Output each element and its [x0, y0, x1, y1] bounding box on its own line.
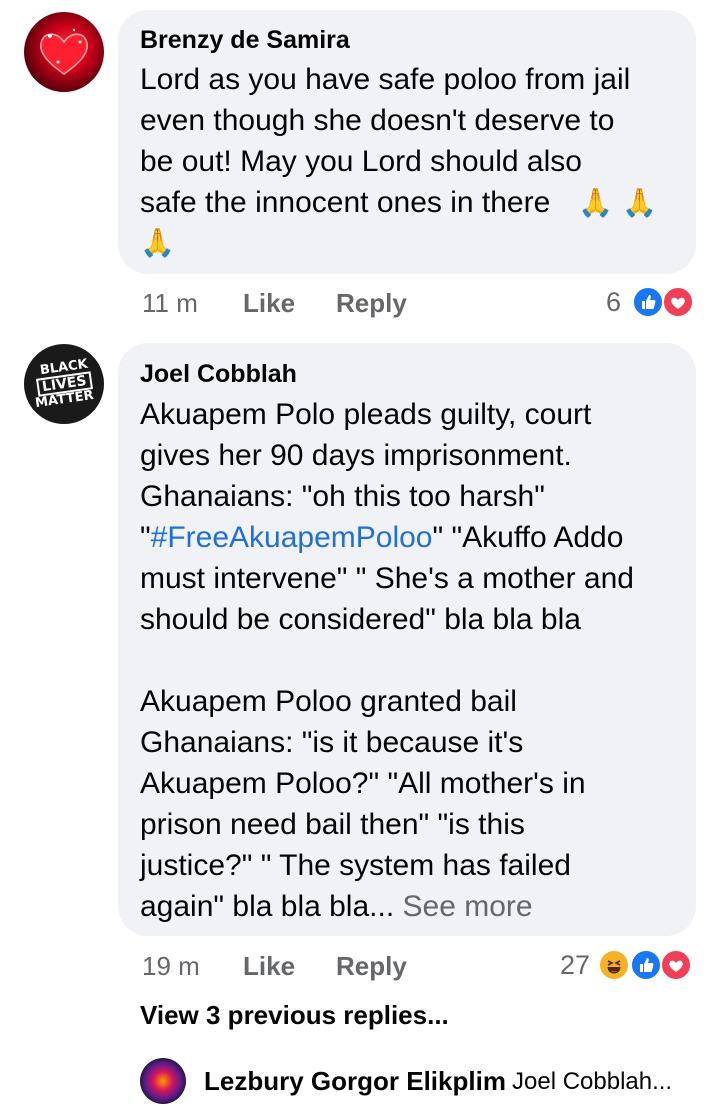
comment-author[interactable]: Joel Cobblah	[140, 360, 297, 389]
comment-text-line: must intervene" " She's a mother and	[140, 562, 634, 595]
love-icon	[660, 949, 692, 981]
reply-button[interactable]: Reply	[336, 288, 407, 319]
comment-text-line: prison need bail then" "is this	[140, 808, 525, 841]
comment-timestamp[interactable]: 19 m	[142, 951, 200, 982]
comment-text-line: gives her 90 days imprisonment.	[140, 439, 572, 472]
comment-text-line: be out! May you Lord should also	[140, 145, 582, 178]
comment-text-line: Akuapem Poloo?" "All mother's in	[140, 767, 586, 800]
avatar-lezbury-gorgor-elikplim[interactable]	[140, 1058, 186, 1104]
comment-text-line: Ghanaians: "is it because it's	[140, 726, 524, 759]
comment-text-line: Lord as you have safe poloo from jail	[140, 63, 631, 96]
like-button[interactable]: Like	[243, 288, 295, 319]
like-icon	[632, 286, 664, 318]
hashtag-link[interactable]: #FreeAkuapemPoloo	[151, 521, 433, 554]
comment-text-fragment: again" bla bla bla...	[140, 890, 395, 923]
folded-hands-icon: 🙏	[578, 187, 613, 218]
reply-author[interactable]: Lezbury Gorgor Elikplim	[204, 1066, 506, 1097]
see-more-link[interactable]: See more	[403, 890, 533, 923]
reply-snippet[interactable]: Joel Cobblah...	[512, 1068, 672, 1096]
comment-text-line: Akuapem Polo pleads guilty, court	[140, 398, 592, 431]
comment-text-line: justice?" " The system has failed	[140, 849, 571, 882]
like-button[interactable]: Like	[243, 951, 295, 982]
avatar-joel-cobblah[interactable]: BLACK LIVES MATTER	[24, 344, 104, 424]
folded-hands-icon: 🙏	[140, 227, 175, 258]
reply-button[interactable]: Reply	[336, 951, 407, 982]
folded-hands-icon: 🙏	[622, 187, 657, 218]
haha-icon	[598, 949, 630, 981]
comment-text-line: safe the innocent ones in there	[140, 186, 551, 219]
comment-text-line: Akuapem Poloo granted bail	[140, 685, 517, 718]
reaction-count[interactable]: 6	[606, 287, 621, 318]
view-previous-replies-link[interactable]: View 3 previous replies...	[140, 1000, 449, 1031]
reaction-count[interactable]: 27	[560, 950, 590, 981]
like-icon	[630, 949, 662, 981]
comment-text-line: "#FreeAkuapemPoloo" "Akuffo Addo	[140, 521, 624, 554]
comment-text-line: again" bla bla bla... See more	[140, 886, 533, 927]
love-icon	[662, 286, 694, 318]
comment-text-line: Ghanaians: "oh this too harsh"	[140, 480, 545, 513]
comment-author[interactable]: Brenzy de Samira	[140, 26, 350, 55]
comment-text-line: should be considered" bla bla bla	[140, 603, 581, 636]
avatar-brenzy-de-samira[interactable]	[24, 12, 104, 92]
comment-timestamp[interactable]: 11 m	[142, 288, 198, 319]
comment-text-line: even though she doesn't deserve to	[140, 104, 615, 137]
heart-gift-icon	[40, 28, 88, 75]
